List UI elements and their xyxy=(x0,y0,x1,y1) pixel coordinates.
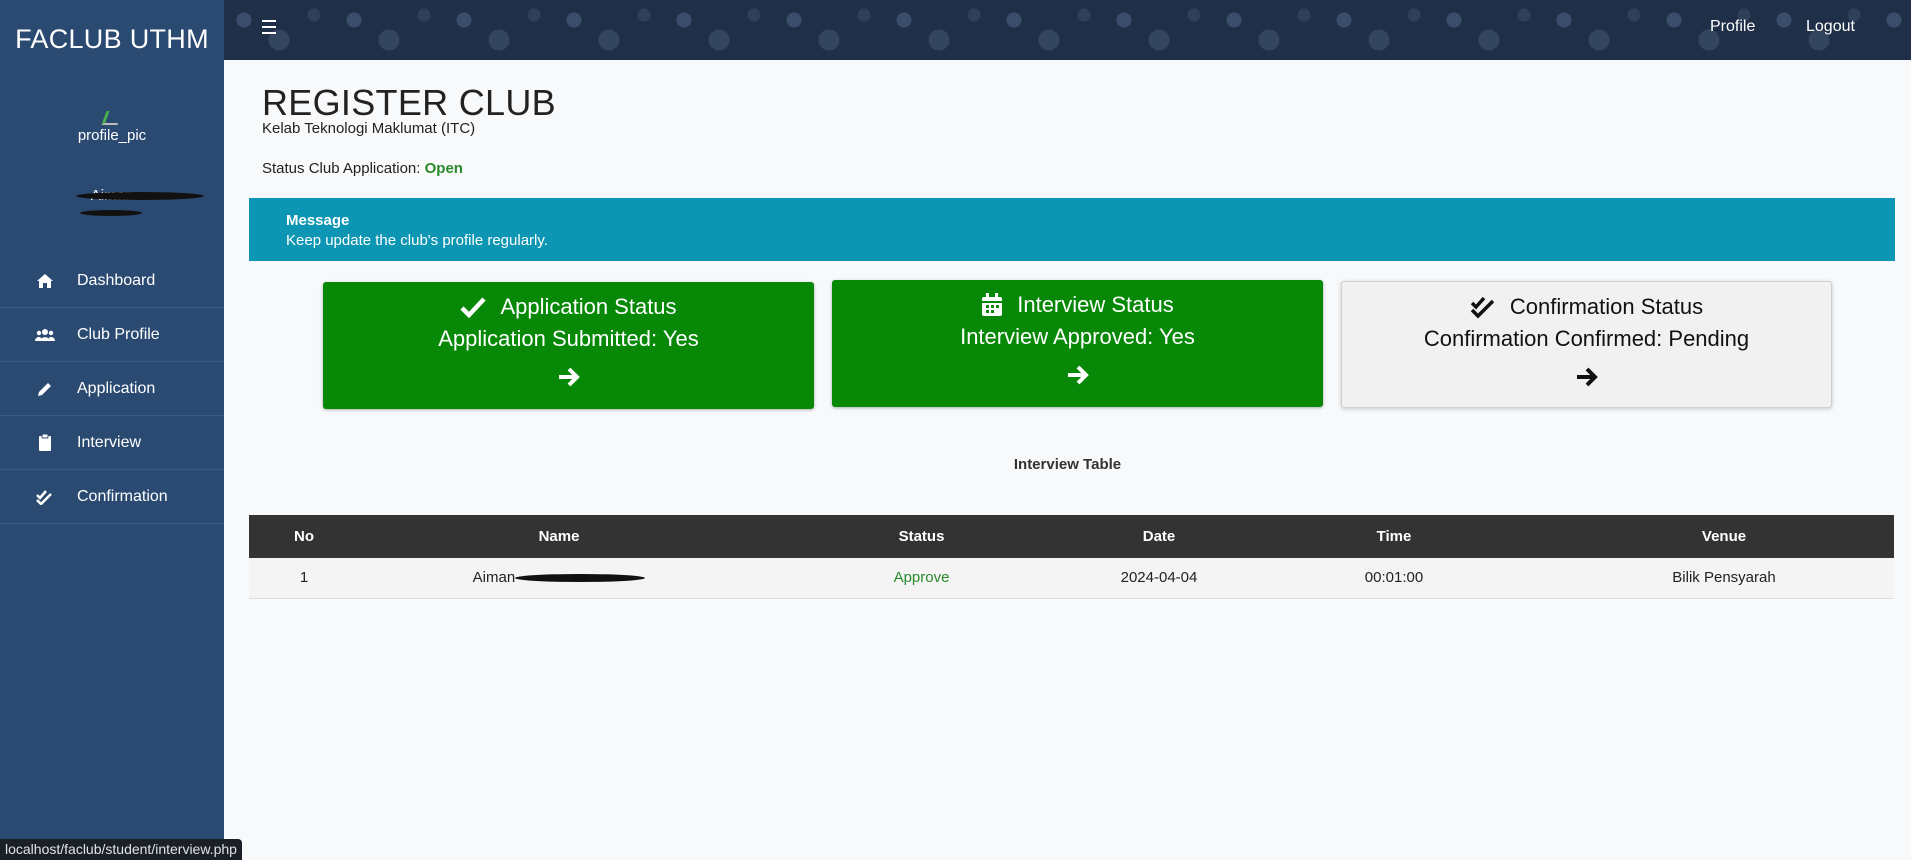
redaction-mark xyxy=(80,210,142,216)
double-check-icon xyxy=(1470,295,1496,319)
message-text: Keep update the club's profile regularly… xyxy=(286,232,548,249)
sidebar-item-label: Club Profile xyxy=(77,325,160,343)
cell-name: Aiman xyxy=(359,558,759,599)
card-value: Interview Approved: Yes xyxy=(960,324,1195,349)
user-name: Aiman xyxy=(0,186,224,224)
card-title: Application Status xyxy=(500,294,677,319)
card-title: Interview Status xyxy=(1017,292,1174,317)
sidebar-item-club-profile[interactable]: Club Profile xyxy=(0,308,224,362)
cell-venue: Bilik Pensyarah xyxy=(1554,558,1894,599)
column-header-date: Date xyxy=(1084,515,1234,558)
redaction-mark xyxy=(76,192,204,200)
interview-status-card[interactable]: Interview Status Interview Approved: Yes xyxy=(832,280,1323,407)
card-value: Confirmation Confirmed: Pending xyxy=(1423,326,1750,351)
arrow-right-icon[interactable] xyxy=(832,364,1323,386)
cell-date: 2024-04-04 xyxy=(1084,558,1234,599)
cell-time: 00:01:00 xyxy=(1234,558,1554,599)
sidebar-item-application[interactable]: Application xyxy=(0,362,224,416)
redaction-mark xyxy=(515,574,646,583)
sidebar-item-label: Confirmation xyxy=(77,487,168,505)
table-row[interactable]: 1 Aiman Approve 2024-04-04 00:01:00 Bili… xyxy=(249,558,1894,599)
status-badge: Open xyxy=(424,160,463,177)
profile-link[interactable]: Profile xyxy=(1710,18,1755,36)
browser-status-url: localhost/faclub/student/interview.php xyxy=(0,839,242,860)
cell-no: 1 xyxy=(249,558,359,599)
sidebar-item-label: Dashboard xyxy=(77,271,156,289)
column-header-venue: Venue xyxy=(1554,515,1894,558)
column-header-name: Name xyxy=(359,515,759,558)
brand-logo[interactable]: FACLUB UTHM xyxy=(0,0,224,78)
broken-image-icon xyxy=(101,110,123,125)
message-banner: Message Keep update the club's profile r… xyxy=(249,198,1895,261)
interview-table: No Name Status Date Time Venue 1 Aiman A… xyxy=(249,515,1894,599)
sidebar-item-dashboard[interactable]: Dashboard xyxy=(0,254,224,308)
arrow-right-icon[interactable] xyxy=(1342,366,1831,388)
page-title: REGISTER CLUB xyxy=(262,82,556,123)
club-name: Kelab Teknologi Maklumat (ITC) xyxy=(262,120,476,137)
profile-pic-alt-text: profile_pic xyxy=(77,126,147,144)
confirmation-status-card[interactable]: Confirmation Status Confirmation Confirm… xyxy=(1341,281,1832,408)
card-value: Application Submitted: Yes xyxy=(438,326,699,351)
column-header-status: Status xyxy=(759,515,1084,558)
column-header-time: Time xyxy=(1234,515,1554,558)
club-application-status: Status Club Application: Open xyxy=(262,160,463,177)
top-navbar: Profile Logout xyxy=(224,0,1911,60)
double-check-icon xyxy=(34,489,56,505)
card-title: Confirmation Status xyxy=(1509,294,1704,319)
calendar-icon xyxy=(981,293,1003,317)
clipboard-icon xyxy=(34,434,56,451)
users-icon xyxy=(34,328,56,342)
sidebar-nav: Dashboard Club Profile Application Inter… xyxy=(0,254,224,524)
table-caption: Interview Table xyxy=(1013,456,1122,473)
sidebar-item-label: Interview xyxy=(77,433,142,451)
pencil-icon xyxy=(34,381,56,397)
sidebar: FACLUB UTHM profile_pic Aiman Dashboard … xyxy=(0,0,224,860)
message-title: Message xyxy=(286,212,350,229)
profile-picture: profile_pic xyxy=(0,98,224,156)
sidebar-item-confirmation[interactable]: Confirmation xyxy=(0,470,224,524)
application-status-card[interactable]: Application Status Application Submitted… xyxy=(323,282,814,409)
name-text: Aiman xyxy=(472,569,516,587)
table-header-row: No Name Status Date Time Venue xyxy=(249,515,1894,558)
status-label: Status Club Application: xyxy=(262,160,421,177)
arrow-right-icon[interactable] xyxy=(323,366,814,388)
check-icon xyxy=(460,296,487,318)
sidebar-item-label: Application xyxy=(77,379,156,397)
cell-status: Approve xyxy=(759,558,1084,599)
column-header-no: No xyxy=(249,515,359,558)
menu-toggle-icon[interactable] xyxy=(262,20,276,34)
home-icon xyxy=(34,273,56,289)
logout-link[interactable]: Logout xyxy=(1806,18,1855,36)
